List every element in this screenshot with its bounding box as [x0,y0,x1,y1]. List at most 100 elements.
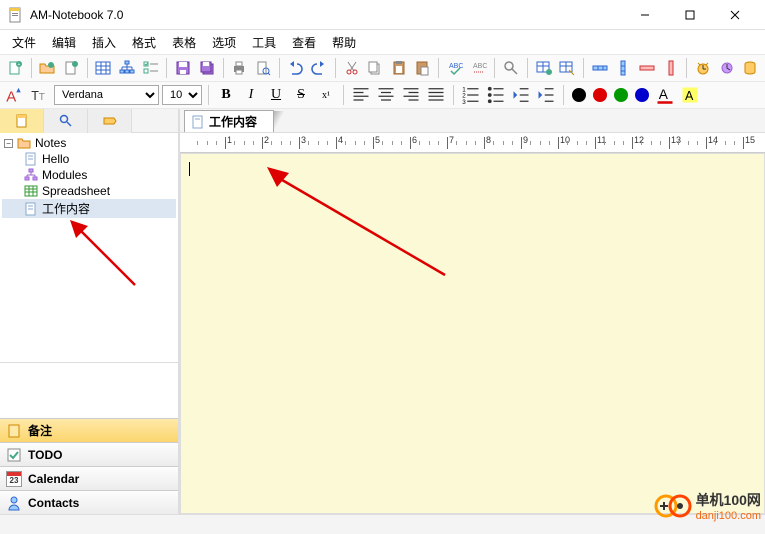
document-tabs: 工作内容 [180,109,765,133]
new-note-icon[interactable]: + [4,57,26,79]
save-icon[interactable] [172,57,194,79]
new-folder-icon[interactable] [37,57,59,79]
table-icon[interactable] [93,57,115,79]
paste-icon[interactable] [388,57,410,79]
tree-root-label: Notes [35,136,66,150]
org-chart-icon[interactable] [116,57,138,79]
font-increase-icon[interactable]: A▴ [4,84,26,106]
sidebar: − Notes Hello Modules Spreadsheet 工作内容 [0,109,180,514]
align-justify-icon[interactable] [425,84,447,106]
menu-help[interactable]: 帮助 [324,31,364,54]
tree-item-label: Modules [42,168,87,182]
color-red[interactable] [593,88,607,102]
font-size-select[interactable]: 10 [162,85,202,105]
menu-insert[interactable]: 插入 [84,31,124,54]
menu-edit[interactable]: 编辑 [44,31,84,54]
delete-row-icon[interactable] [636,57,658,79]
color-green[interactable] [614,88,628,102]
close-button[interactable] [712,0,757,30]
insert-table-icon[interactable] [533,57,555,79]
menu-options[interactable]: 选项 [204,31,244,54]
tree-item-work[interactable]: 工作内容 [2,199,176,218]
collapse-icon[interactable]: − [4,139,13,148]
format-toolbar: A▴ TT Verdana 10 B I U S x¹ 123 A A [0,81,765,109]
ruler[interactable]: 123456789101112131415 [180,133,765,153]
align-center-icon[interactable] [375,84,397,106]
spellcheck-off-icon[interactable]: ABC [468,57,490,79]
document-tab[interactable]: 工作内容 [184,110,274,132]
tree-item-label: Hello [42,152,69,166]
reminder-icon[interactable] [716,57,738,79]
color-blue[interactable] [635,88,649,102]
panel-label: Contacts [28,496,79,510]
tree-item-hello[interactable]: Hello [2,151,176,167]
font-name-select[interactable]: Verdana [54,85,159,105]
number-list-icon[interactable]: 123 [460,84,482,106]
alarm-icon[interactable] [692,57,714,79]
svg-text:T: T [39,92,45,103]
italic-button[interactable]: I [240,84,262,106]
sidebar-tab-tags[interactable] [88,109,132,133]
svg-text:ABC: ABC [473,63,487,70]
tree-view[interactable]: − Notes Hello Modules Spreadsheet 工作内容 [0,133,178,363]
spellcheck-icon[interactable]: ABC [444,57,466,79]
indent-icon[interactable] [535,84,557,106]
menu-tools[interactable]: 工具 [244,31,284,54]
svg-text:▴: ▴ [16,85,21,95]
print-icon[interactable] [229,57,251,79]
paste-special-icon[interactable] [412,57,434,79]
undo-icon[interactable] [285,57,307,79]
table-props-icon[interactable] [556,57,578,79]
minimize-button[interactable] [622,0,667,30]
save-all-icon[interactable] [196,57,218,79]
panel-notes[interactable]: 备注 [0,418,178,442]
maximize-button[interactable] [667,0,712,30]
panel-calendar[interactable]: 23 Calendar [0,466,178,490]
checklist-icon[interactable] [140,57,162,79]
menu-view[interactable]: 查看 [284,31,324,54]
statusbar [0,514,765,534]
editor-page[interactable] [180,153,765,514]
insert-col-icon[interactable] [613,57,635,79]
highlight-icon[interactable]: A [679,84,701,106]
todo-panel-icon [6,447,22,463]
new-doc-icon[interactable] [60,57,82,79]
font-color-icon[interactable]: A [654,84,676,106]
panel-label: 备注 [28,422,52,439]
cut-icon[interactable] [341,57,363,79]
editor-area: 工作内容 123456789101112131415 [180,109,765,514]
font-family-icon[interactable]: TT [29,84,51,106]
menu-table[interactable]: 表格 [164,31,204,54]
preview-icon[interactable] [252,57,274,79]
strike-button[interactable]: S [290,84,312,106]
sidebar-tab-search[interactable] [44,109,88,133]
titlebar: AM-Notebook 7.0 [0,0,765,30]
tree-root[interactable]: − Notes [2,135,176,151]
menu-file[interactable]: 文件 [4,31,44,54]
superscript-button[interactable]: x¹ [315,84,337,106]
svg-text:A: A [659,87,669,102]
color-black[interactable] [572,88,586,102]
insert-row-icon[interactable] [589,57,611,79]
bullet-list-icon[interactable] [485,84,507,106]
watermark-text-2: danji100.com [696,510,761,522]
copy-icon[interactable] [364,57,386,79]
search-icon[interactable] [500,57,522,79]
document-tab-label: 工作内容 [209,113,257,130]
database-icon[interactable] [739,57,761,79]
outdent-icon[interactable] [510,84,532,106]
watermark-text-1: 单机100网 [696,490,761,510]
delete-col-icon[interactable] [660,57,682,79]
watermark-logo [654,492,692,520]
redo-icon[interactable] [308,57,330,79]
tree-item-spreadsheet[interactable]: Spreadsheet [2,183,176,199]
sidebar-tab-notes[interactable] [0,109,44,133]
underline-button[interactable]: U [265,84,287,106]
bold-button[interactable]: B [215,84,237,106]
panel-todo[interactable]: TODO [0,442,178,466]
tree-item-modules[interactable]: Modules [2,167,176,183]
menu-format[interactable]: 格式 [124,31,164,54]
align-left-icon[interactable] [350,84,372,106]
align-right-icon[interactable] [400,84,422,106]
panel-contacts[interactable]: Contacts [0,490,178,514]
